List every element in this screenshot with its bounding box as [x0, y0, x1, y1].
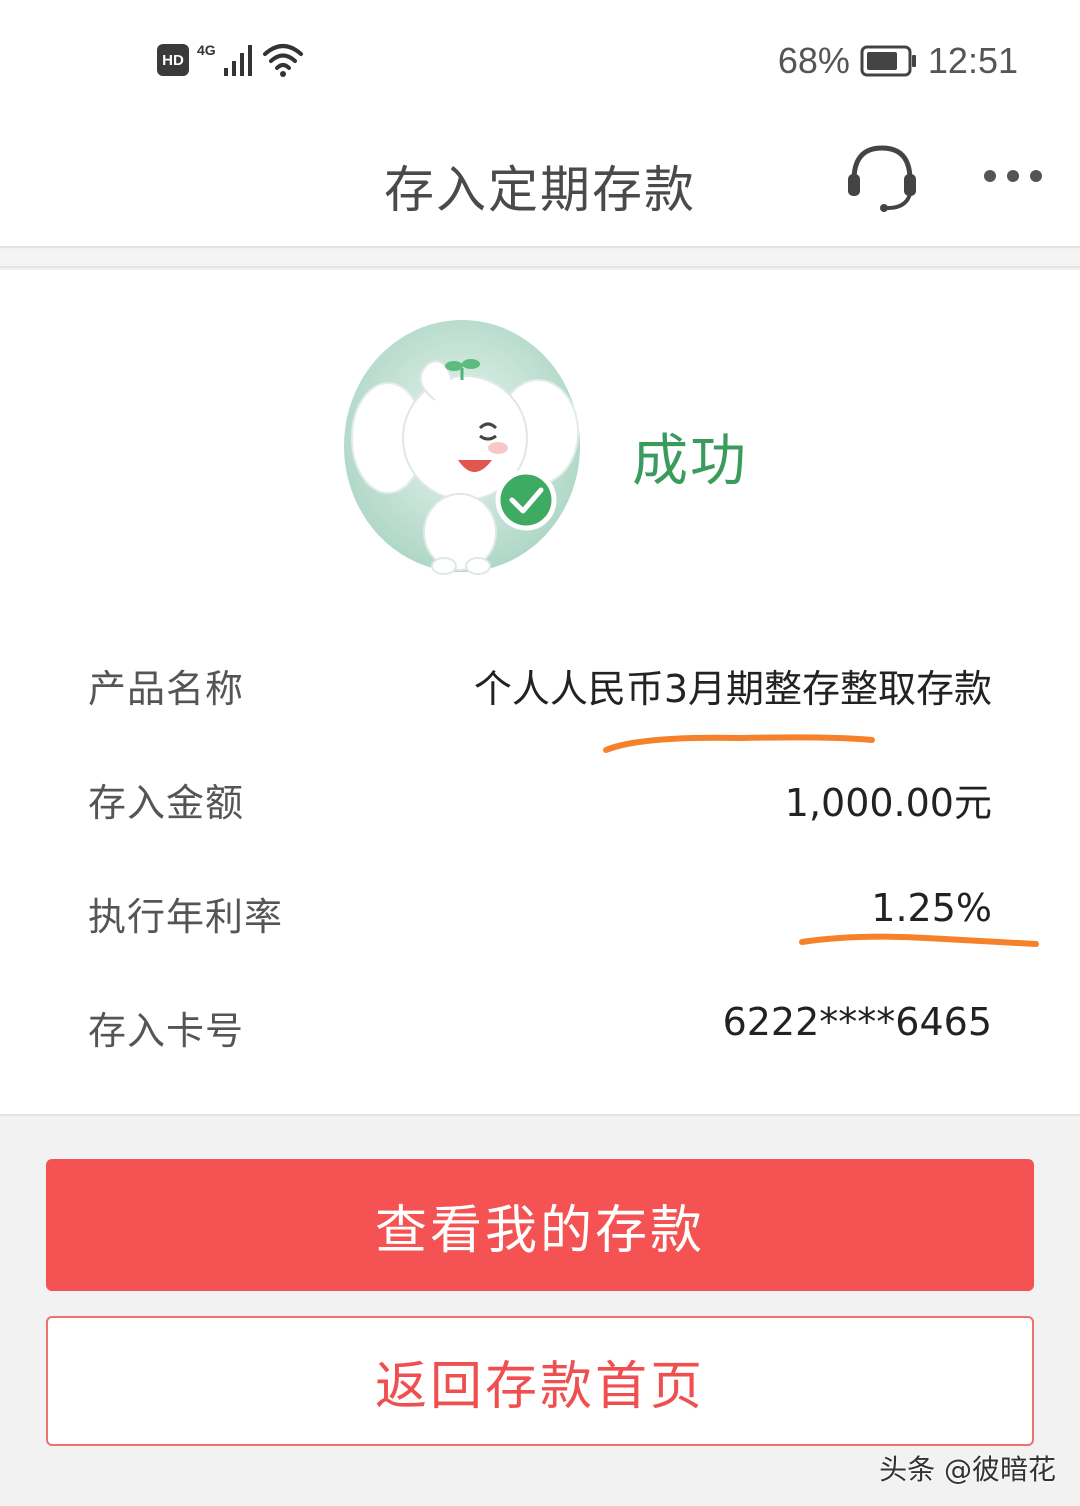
detail-label: 存入卡号 [88, 1009, 245, 1053]
detail-value: 1.25% [871, 886, 992, 930]
status-left: HD 4G [157, 42, 304, 78]
watermark: 头条 @彼暗花 [879, 1453, 1056, 1486]
detail-label: 执行年利率 [88, 895, 284, 939]
detail-value: 6222****6465 [722, 1000, 992, 1044]
clock: 12:51 [927, 40, 1018, 81]
detail-label: 产品名称 [88, 667, 245, 711]
customer-service-icon[interactable] [844, 140, 920, 216]
network-type: 4G [197, 42, 216, 58]
divider [0, 250, 1080, 268]
view-my-deposits-button[interactable]: 查看我的存款 [46, 1159, 1034, 1291]
orange-underline-mark [799, 933, 1039, 947]
signal-icon [223, 45, 252, 76]
nav-header: 存入定期存款 [0, 120, 1080, 248]
detail-label: 存入金额 [88, 781, 245, 825]
battery-icon [860, 45, 916, 77]
hd-badge: HD [157, 44, 189, 76]
back-to-deposit-home-button[interactable]: 返回存款首页 [46, 1316, 1034, 1446]
status-right: 68% 12:51 [778, 40, 1018, 82]
detail-row-amount: 存入金额 1,000.00元 [0, 772, 1080, 832]
detail-row-card: 存入卡号 6222****6465 [0, 1000, 1080, 1060]
result-card: 成功 产品名称 个人人民币3月期整存整取存款 存入金额 1,000.00元 执行… [0, 270, 1080, 1116]
elephant-mascot-illustration [344, 320, 580, 575]
detail-value: 个人人民币3月期整存整取存款 [473, 667, 992, 711]
detail-value: 1,000.00元 [784, 781, 992, 825]
wifi-icon [262, 44, 303, 77]
status-bar: HD 4G 68% 12:51 [0, 0, 1080, 120]
orange-underline-mark [603, 734, 875, 753]
success-status: 成功 [632, 429, 748, 494]
detail-row-product: 产品名称 个人人民币3月期整存整取存款 [0, 658, 1080, 718]
battery-percent: 68% [777, 40, 850, 81]
more-icon[interactable] [980, 164, 1046, 188]
